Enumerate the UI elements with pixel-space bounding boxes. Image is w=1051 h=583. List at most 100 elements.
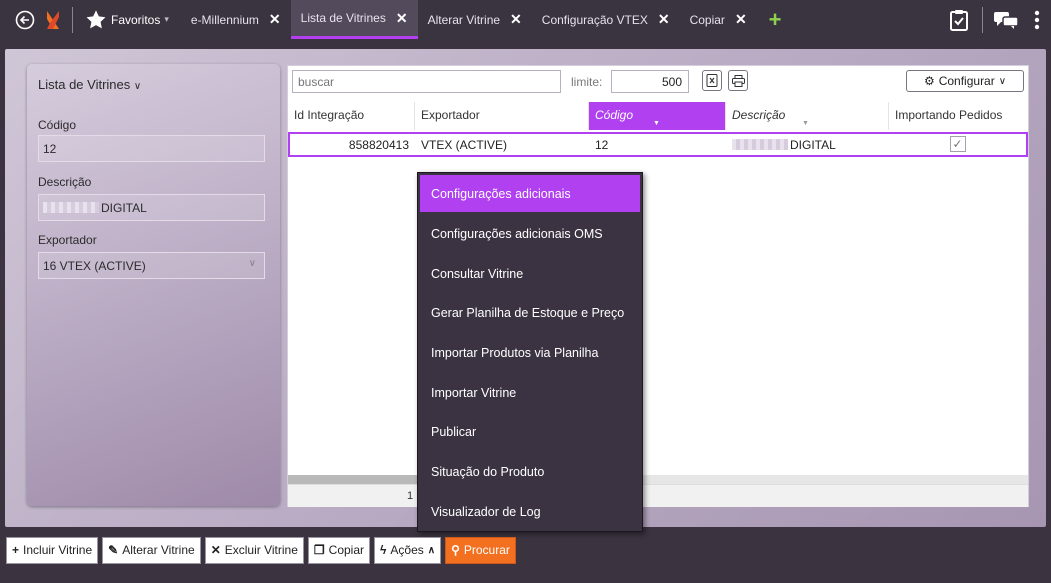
configure-button[interactable]: ⚙ Configurar ∨ xyxy=(906,70,1024,92)
search-icon: ⚲ xyxy=(451,543,460,557)
chevron-down-icon: ∨ xyxy=(248,258,256,269)
sort-icon: ▼ xyxy=(802,120,809,127)
tab-configuracao-vtex[interactable]: Configuração VTEX ✕ xyxy=(532,0,680,39)
column-header-label: Código xyxy=(595,108,634,122)
lightning-icon: ϟ xyxy=(380,543,387,557)
limite-field[interactable]: 500 xyxy=(611,70,689,93)
menu-item-importar-produtos[interactable]: Importar Produtos via Planilha xyxy=(418,333,642,373)
exportador-select[interactable]: 16 VTEX (ACTIVE) ∨ xyxy=(38,252,265,279)
chevron-down-icon: ▾ xyxy=(164,14,169,24)
exportador-value: 16 VTEX (ACTIVE) xyxy=(43,259,146,273)
importando-pedidos-checkbox[interactable]: ✓ xyxy=(949,136,966,152)
horizontal-scrollbar[interactable] xyxy=(288,475,1028,484)
incluir-vitrine-button[interactable]: + Incluir Vitrine xyxy=(6,536,99,564)
menu-item-situacao-produto[interactable]: Situação do Produto xyxy=(418,452,642,492)
limite-label: limite: xyxy=(571,75,603,89)
chevron-down-icon: ∨ xyxy=(998,75,1007,87)
acoes-label: Ações xyxy=(390,543,424,557)
page-number[interactable]: 1 xyxy=(407,490,413,502)
codigo-label: Código xyxy=(38,118,77,132)
copiar-label: Copiar xyxy=(328,543,365,557)
descricao-field[interactable]: DIGITAL xyxy=(38,194,265,221)
menu-item-importar-vitrine[interactable]: Importar Vitrine xyxy=(418,373,642,413)
descricao-label: Descrição xyxy=(38,175,92,189)
cell-importando-pedidos: ✓ xyxy=(889,134,1026,155)
gear-icon: ⚙ xyxy=(923,74,935,88)
panel-title-label: Lista de Vitrines xyxy=(38,77,131,92)
close-icon[interactable]: ✕ xyxy=(510,11,522,28)
table-row[interactable]: 858820413 VTEX (ACTIVE) 12 DIGITAL ✓ xyxy=(288,132,1028,157)
acoes-button[interactable]: ϟ Ações ∧ xyxy=(374,536,442,564)
vitrines-grid: limite: 500 ⚙ Configurar ∨ Id Integração… xyxy=(287,65,1029,507)
menu-item-consultar-vitrine[interactable]: Consultar Vitrine xyxy=(418,254,642,294)
close-icon[interactable]: ✕ xyxy=(269,11,281,28)
delete-icon: ✕ xyxy=(210,543,221,557)
tab-label: Alterar Vitrine xyxy=(427,12,501,27)
search-input[interactable] xyxy=(292,70,561,93)
procurar-label: Procurar xyxy=(463,543,510,557)
back-icon[interactable] xyxy=(10,0,40,39)
menu-item-configuracoes-adicionais-oms[interactable]: Configurações adicionais OMS xyxy=(418,214,642,254)
scrollbar-thumb[interactable] xyxy=(288,475,418,484)
divider xyxy=(982,6,983,33)
tab-lista-de-vitrines[interactable]: Lista de Vitrines ✕ xyxy=(290,0,418,39)
tab-e-millennium[interactable]: e-Millennium ✕ xyxy=(181,0,291,39)
plus-icon: + xyxy=(12,543,20,557)
close-icon[interactable]: ✕ xyxy=(396,10,408,27)
grid-header: Id Integração Exportador Código ▼ Descri… xyxy=(288,102,1028,130)
chevron-up-icon: ∧ xyxy=(427,544,436,556)
cell-exportador: VTEX (ACTIVE) xyxy=(421,138,508,152)
cell-descricao-value: DIGITAL xyxy=(790,138,836,152)
column-header-importando-pedidos[interactable]: Importando Pedidos xyxy=(889,102,1028,130)
tab-alterar-vitrine[interactable]: Alterar Vitrine ✕ xyxy=(418,0,532,39)
cell-id-integracao: 858820413 xyxy=(348,138,409,152)
column-header-codigo[interactable]: Código ▼ xyxy=(589,102,726,130)
cell-descricao: DIGITAL xyxy=(726,134,889,155)
star-icon xyxy=(86,9,106,28)
grid-footer: 1 xyxy=(288,484,1028,507)
chevron-down-icon: ∨ xyxy=(133,81,142,92)
column-header-descricao[interactable]: Descrição ▼ xyxy=(726,102,889,130)
redacted-text xyxy=(732,139,788,150)
excluir-label: Excluir Vitrine xyxy=(224,543,298,557)
copy-icon: ❐ xyxy=(313,543,325,557)
tab-label: Configuração VTEX xyxy=(541,12,648,27)
acoes-menu: Configurações adicionais Configurações a… xyxy=(417,172,643,532)
favorites-menu[interactable]: Favoritos ▾ xyxy=(79,9,175,31)
menu-item-visualizador-log[interactable]: Visualizador de Log xyxy=(418,492,642,532)
procurar-button[interactable]: ⚲ Procurar xyxy=(445,536,516,564)
excluir-vitrine-button[interactable]: ✕ Excluir Vitrine xyxy=(204,536,304,564)
chat-icon[interactable] xyxy=(989,0,1023,39)
sort-desc-icon: ▼ xyxy=(653,120,660,127)
print-icon[interactable] xyxy=(728,70,748,91)
panel-title[interactable]: Lista de Vitrines ∨ xyxy=(38,77,141,92)
edit-icon: ✎ xyxy=(108,543,119,557)
copiar-button[interactable]: ❐ Copiar xyxy=(307,536,371,564)
menu-item-gerar-planilha[interactable]: Gerar Planilha de Estoque e Preço xyxy=(418,293,642,333)
tab-label: e-Millennium xyxy=(190,12,259,27)
exportador-label: Exportador xyxy=(38,233,97,247)
configure-label: Configurar xyxy=(938,74,995,88)
cell-codigo: 12 xyxy=(595,138,609,152)
close-icon[interactable]: ✕ xyxy=(658,11,670,28)
descricao-value: DIGITAL xyxy=(101,201,147,215)
column-header-exportador[interactable]: Exportador xyxy=(415,102,589,130)
alterar-vitrine-button[interactable]: ✎ Alterar Vitrine xyxy=(102,536,201,564)
bottom-toolbar: + Incluir Vitrine ✎ Alterar Vitrine ✕ Ex… xyxy=(0,535,1051,565)
filter-panel: Lista de Vitrines ∨ Código 12 Descrição … xyxy=(27,64,280,506)
column-header-label: Descrição xyxy=(732,108,786,122)
export-excel-icon[interactable] xyxy=(702,70,722,91)
divider xyxy=(72,6,73,33)
incluir-label: Incluir Vitrine xyxy=(23,543,93,557)
column-header-id-integracao[interactable]: Id Integração xyxy=(288,102,415,130)
codigo-field[interactable]: 12 xyxy=(38,135,265,162)
menu-item-configuracoes-adicionais[interactable]: Configurações adicionais xyxy=(420,175,640,212)
menu-item-publicar[interactable]: Publicar xyxy=(418,412,642,452)
favorites-label: Favoritos xyxy=(111,12,161,27)
tab-copiar[interactable]: Copiar ✕ xyxy=(680,0,757,39)
clipboard-check-icon[interactable] xyxy=(942,0,976,39)
add-tab-icon[interactable]: + xyxy=(769,7,782,33)
tab-label: Lista de Vitrines xyxy=(300,11,386,25)
close-icon[interactable]: ✕ xyxy=(735,11,747,28)
more-vertical-icon[interactable] xyxy=(1023,0,1051,39)
